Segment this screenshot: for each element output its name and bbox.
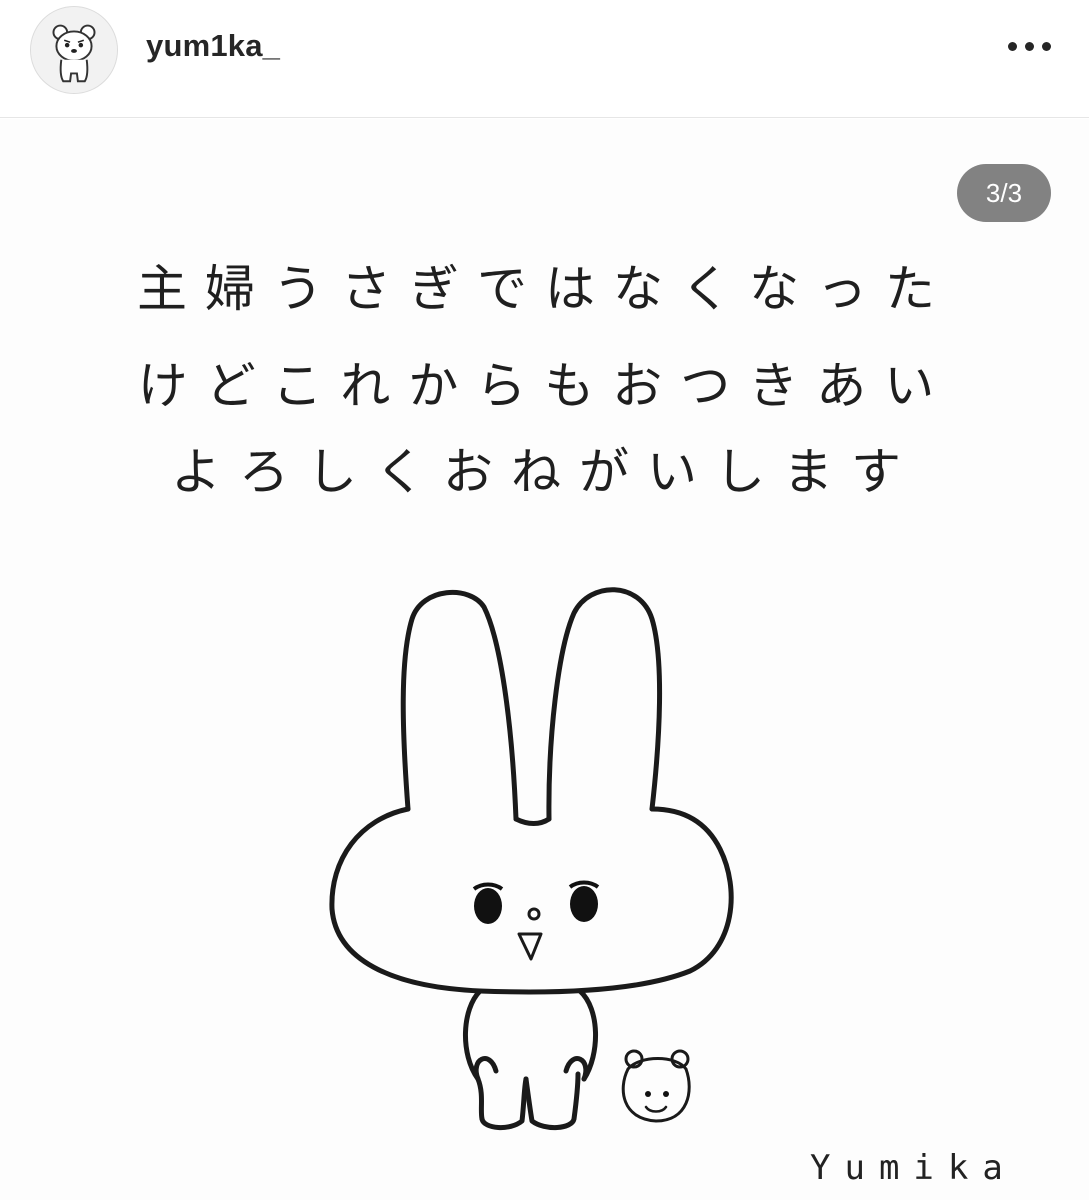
post-image[interactable]: 3/3 主婦うさぎではなくなった けどこれからもおつきあい よろしくおねがいしま… [0,119,1089,1200]
post-header: yum1ka_ [0,0,1089,118]
more-options-dot [1025,42,1034,51]
more-options-button[interactable] [996,24,1064,68]
avatar[interactable] [30,6,118,94]
more-options-icon [1008,42,1017,51]
image-text-line-2: けどこれからもおつきあい [137,357,953,415]
image-text-line-3: よろしくおねがいします [171,443,919,501]
more-options-dot [1042,42,1051,51]
instagram-post: yum1ka_ 3/3 主婦うさぎではなくなった けどこれからもおつきあい よろ… [0,0,1089,1200]
signature: Yumika [810,1148,1017,1188]
username[interactable]: yum1ka_ [146,26,280,66]
image-text-line-1: 主婦うさぎではなくなった [137,260,953,318]
bear-avatar-icon [31,7,117,93]
slide-counter: 3/3 [957,164,1051,222]
